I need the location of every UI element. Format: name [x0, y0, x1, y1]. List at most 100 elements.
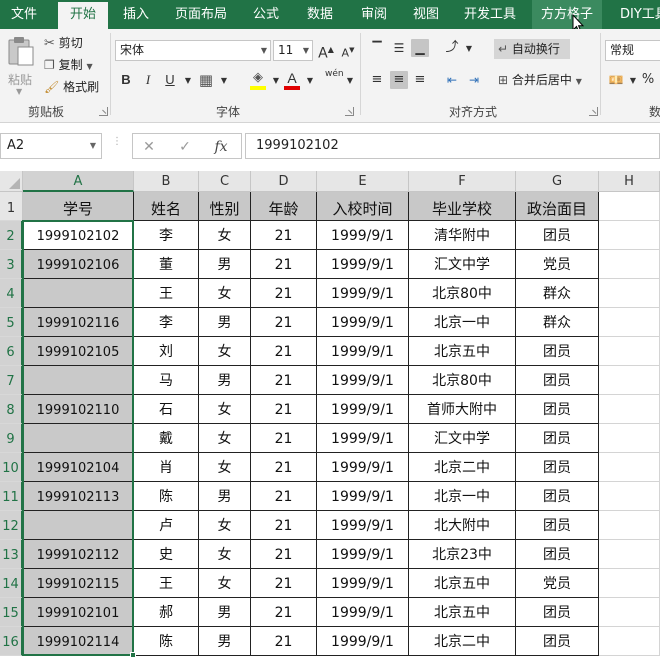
table-cell[interactable]: 1999/9/1: [317, 395, 409, 424]
tab-home[interactable]: 开始: [58, 2, 108, 29]
clipboard-launcher-icon[interactable]: [99, 107, 108, 116]
table-cell[interactable]: 北京一中: [409, 482, 516, 511]
font-color-dropdown-icon[interactable]: ▼: [301, 72, 319, 90]
phonetic-dropdown-icon[interactable]: ▼: [341, 72, 359, 90]
table-cell[interactable]: 陈: [134, 627, 199, 656]
font-color-button[interactable]: A: [283, 69, 301, 90]
table-cell[interactable]: 团员: [516, 511, 599, 540]
table-cell[interactable]: 北京二中: [409, 627, 516, 656]
table-cell[interactable]: 郝: [134, 598, 199, 627]
table-cell[interactable]: 北京五中: [409, 598, 516, 627]
table-cell[interactable]: 1999/9/1: [317, 250, 409, 279]
table-cell[interactable]: 戴: [134, 424, 199, 453]
column-header-e[interactable]: E: [317, 171, 409, 192]
font-name-combo[interactable]: 宋体 ▼: [115, 40, 271, 61]
empty-cell[interactable]: [599, 482, 660, 511]
table-cell[interactable]: 北大附中: [409, 511, 516, 540]
empty-cell[interactable]: [599, 395, 660, 424]
table-cell[interactable]: 1999102114: [23, 627, 134, 656]
table-cell[interactable]: 1999/9/1: [317, 569, 409, 598]
table-header-cell[interactable]: 姓名: [134, 192, 199, 221]
table-cell[interactable]: 1999102104: [23, 453, 134, 482]
table-cell[interactable]: 1999102106: [23, 250, 134, 279]
table-cell[interactable]: 21: [251, 540, 317, 569]
table-cell[interactable]: [23, 424, 134, 453]
table-cell[interactable]: 北京五中: [409, 569, 516, 598]
table-cell[interactable]: 男: [199, 598, 251, 627]
table-cell[interactable]: 1999/9/1: [317, 221, 409, 250]
table-cell[interactable]: 肖: [134, 453, 199, 482]
table-cell[interactable]: 男: [199, 627, 251, 656]
align-center-icon[interactable]: ≡: [390, 71, 408, 89]
empty-cell[interactable]: [599, 511, 660, 540]
row-header-1[interactable]: 1: [0, 192, 23, 221]
align-bottom-icon[interactable]: ▁: [411, 39, 429, 57]
table-cell[interactable]: 团员: [516, 366, 599, 395]
table-cell[interactable]: 1999/9/1: [317, 540, 409, 569]
table-cell[interactable]: 史: [134, 540, 199, 569]
table-cell[interactable]: 21: [251, 453, 317, 482]
table-cell[interactable]: 女: [199, 569, 251, 598]
tab-view[interactable]: 视图: [406, 0, 446, 29]
table-cell[interactable]: 卢: [134, 511, 199, 540]
table-header-cell[interactable]: 年龄: [251, 192, 317, 221]
name-box[interactable]: A2 ▼: [0, 133, 102, 159]
row-header-3[interactable]: 3: [0, 250, 23, 279]
fill-handle[interactable]: [130, 652, 136, 658]
column-header-f[interactable]: F: [409, 171, 516, 192]
table-cell[interactable]: 21: [251, 250, 317, 279]
table-cell[interactable]: 团员: [516, 598, 599, 627]
table-cell[interactable]: 1999102115: [23, 569, 134, 598]
table-cell[interactable]: 1999/9/1: [317, 598, 409, 627]
underline-dropdown-icon[interactable]: ▼: [179, 72, 197, 90]
table-cell[interactable]: 女: [199, 337, 251, 366]
empty-cell[interactable]: [599, 453, 660, 482]
table-cell[interactable]: 群众: [516, 308, 599, 337]
table-cell[interactable]: 团员: [516, 482, 599, 511]
align-right-icon[interactable]: ≡: [411, 71, 429, 89]
table-cell[interactable]: 群众: [516, 279, 599, 308]
table-cell[interactable]: 21: [251, 221, 317, 250]
borders-icon[interactable]: ▦: [197, 71, 215, 89]
tab-fangfangezi[interactable]: 方方格子: [532, 0, 602, 29]
tab-insert[interactable]: 插入: [112, 0, 160, 29]
orientation-icon[interactable]: ⤴: [443, 39, 461, 57]
accounting-format-icon[interactable]: 💴: [607, 71, 625, 89]
table-cell[interactable]: 1999102110: [23, 395, 134, 424]
row-header-4[interactable]: 4: [0, 279, 23, 308]
row-header-11[interactable]: 11: [0, 482, 23, 511]
column-header-d[interactable]: D: [251, 171, 317, 192]
table-cell[interactable]: 北京23中: [409, 540, 516, 569]
table-header-cell[interactable]: 入校时间: [317, 192, 409, 221]
table-cell[interactable]: 男: [199, 308, 251, 337]
table-cell[interactable]: 董: [134, 250, 199, 279]
decrease-indent-icon[interactable]: ⇤: [443, 71, 461, 89]
table-cell[interactable]: 团员: [516, 453, 599, 482]
table-cell[interactable]: 1999/9/1: [317, 366, 409, 395]
table-cell[interactable]: 21: [251, 511, 317, 540]
font-size-combo[interactable]: 11 ▼: [273, 40, 313, 61]
row-header-9[interactable]: 9: [0, 424, 23, 453]
select-all-button[interactable]: [0, 171, 23, 192]
table-cell[interactable]: 男: [199, 482, 251, 511]
increase-indent-icon[interactable]: ⇥: [465, 71, 483, 89]
table-cell[interactable]: 女: [199, 279, 251, 308]
column-header-b[interactable]: B: [134, 171, 199, 192]
table-cell[interactable]: 女: [199, 395, 251, 424]
table-cell[interactable]: 团员: [516, 337, 599, 366]
align-top-icon[interactable]: ▔: [368, 39, 386, 57]
table-cell[interactable]: 北京五中: [409, 337, 516, 366]
table-cell[interactable]: 女: [199, 221, 251, 250]
copy-button[interactable]: ❐ 复制 ▼: [44, 55, 104, 75]
cut-button[interactable]: ✂ 剪切: [44, 33, 94, 53]
row-header-12[interactable]: 12: [0, 511, 23, 540]
table-cell[interactable]: 1999102112: [23, 540, 134, 569]
table-cell[interactable]: 21: [251, 366, 317, 395]
empty-cell[interactable]: [599, 192, 660, 221]
table-cell[interactable]: 石: [134, 395, 199, 424]
table-cell[interactable]: 1999102113: [23, 482, 134, 511]
empty-cell[interactable]: [599, 308, 660, 337]
table-cell[interactable]: 王: [134, 279, 199, 308]
table-cell[interactable]: 21: [251, 627, 317, 656]
wrap-text-button[interactable]: ↵ 自动换行: [494, 39, 570, 59]
